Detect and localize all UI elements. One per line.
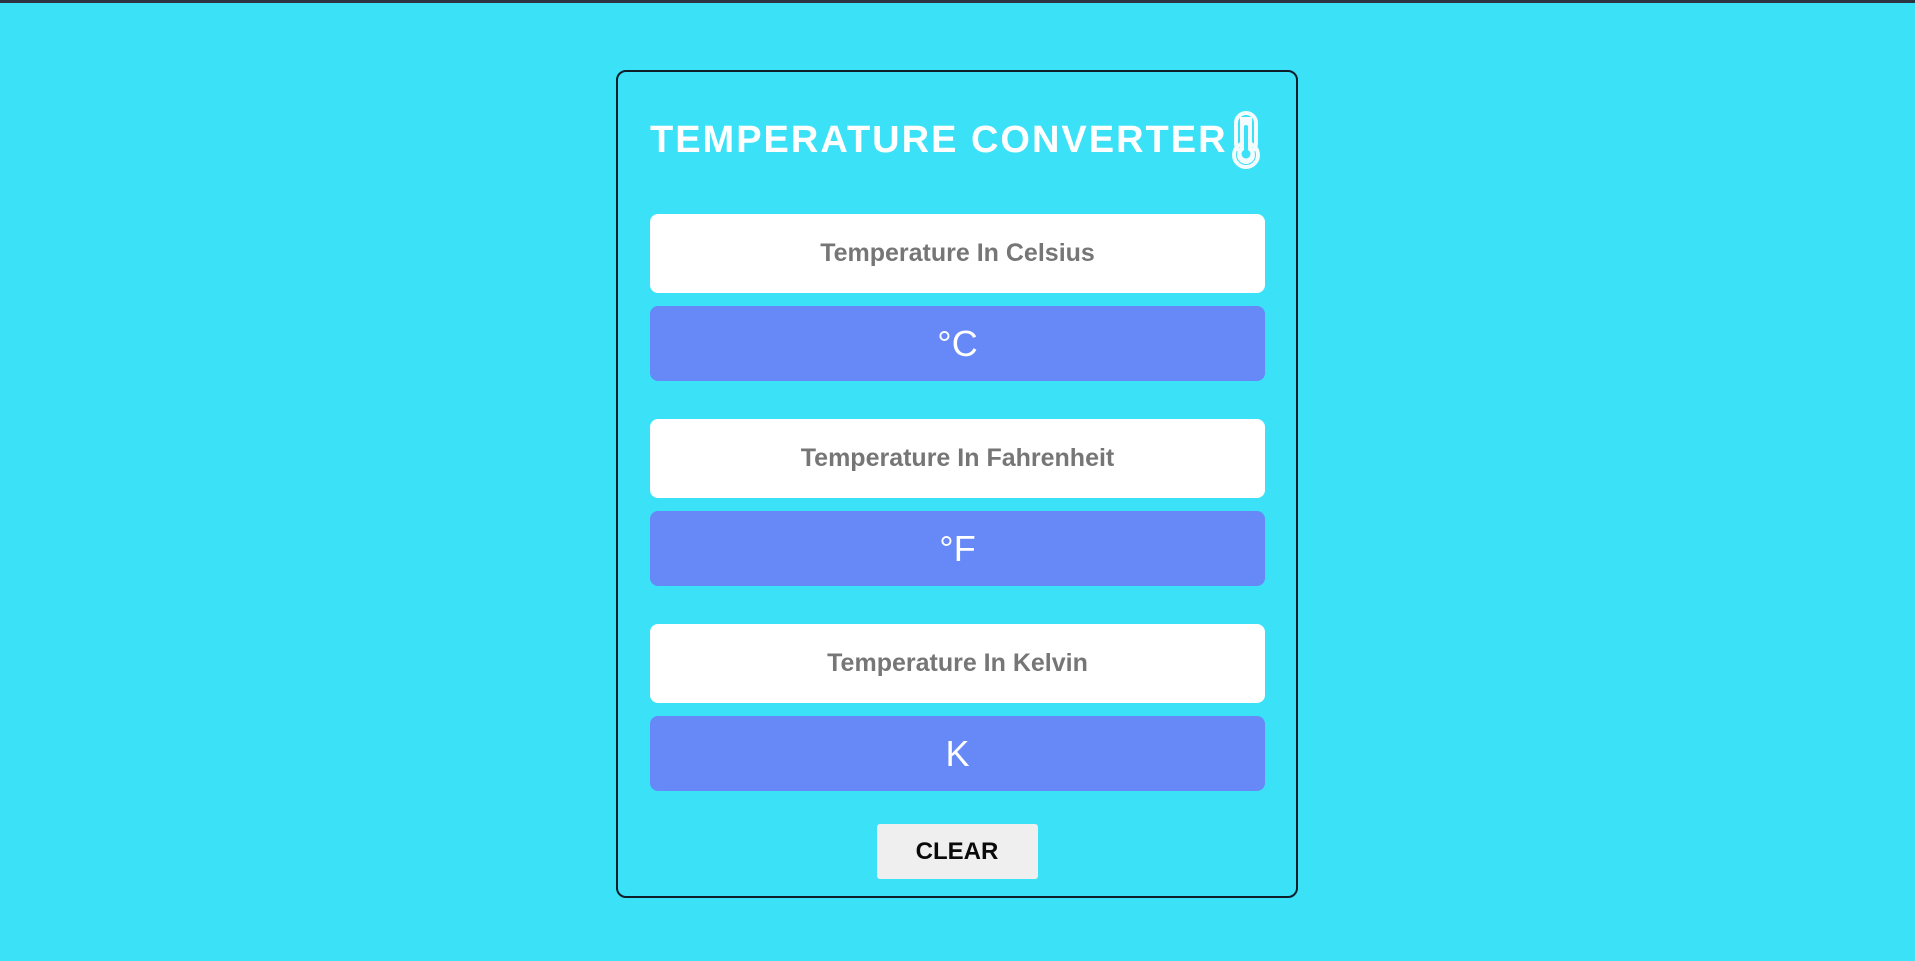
kelvin-input[interactable]: [650, 624, 1265, 703]
celsius-input[interactable]: [650, 214, 1265, 293]
fahrenheit-group: °F: [650, 419, 1265, 586]
celsius-group: °C: [650, 214, 1265, 381]
app-title: TEMPERATURE CONVERTER: [650, 118, 1228, 161]
header: TEMPERATURE CONVERTER: [650, 108, 1264, 172]
fahrenheit-input[interactable]: [650, 419, 1265, 498]
celsius-result: °C: [650, 306, 1265, 381]
fahrenheit-result: °F: [650, 511, 1265, 586]
thermometer-icon: [1232, 111, 1260, 169]
converter-card: TEMPERATURE CONVERTER °C °F K CLEAR: [616, 70, 1298, 898]
actions: CLEAR: [650, 824, 1264, 879]
kelvin-result: K: [650, 716, 1265, 791]
clear-button[interactable]: CLEAR: [876, 824, 1038, 879]
top-strip: [0, 0, 1915, 3]
kelvin-group: K: [650, 624, 1265, 791]
